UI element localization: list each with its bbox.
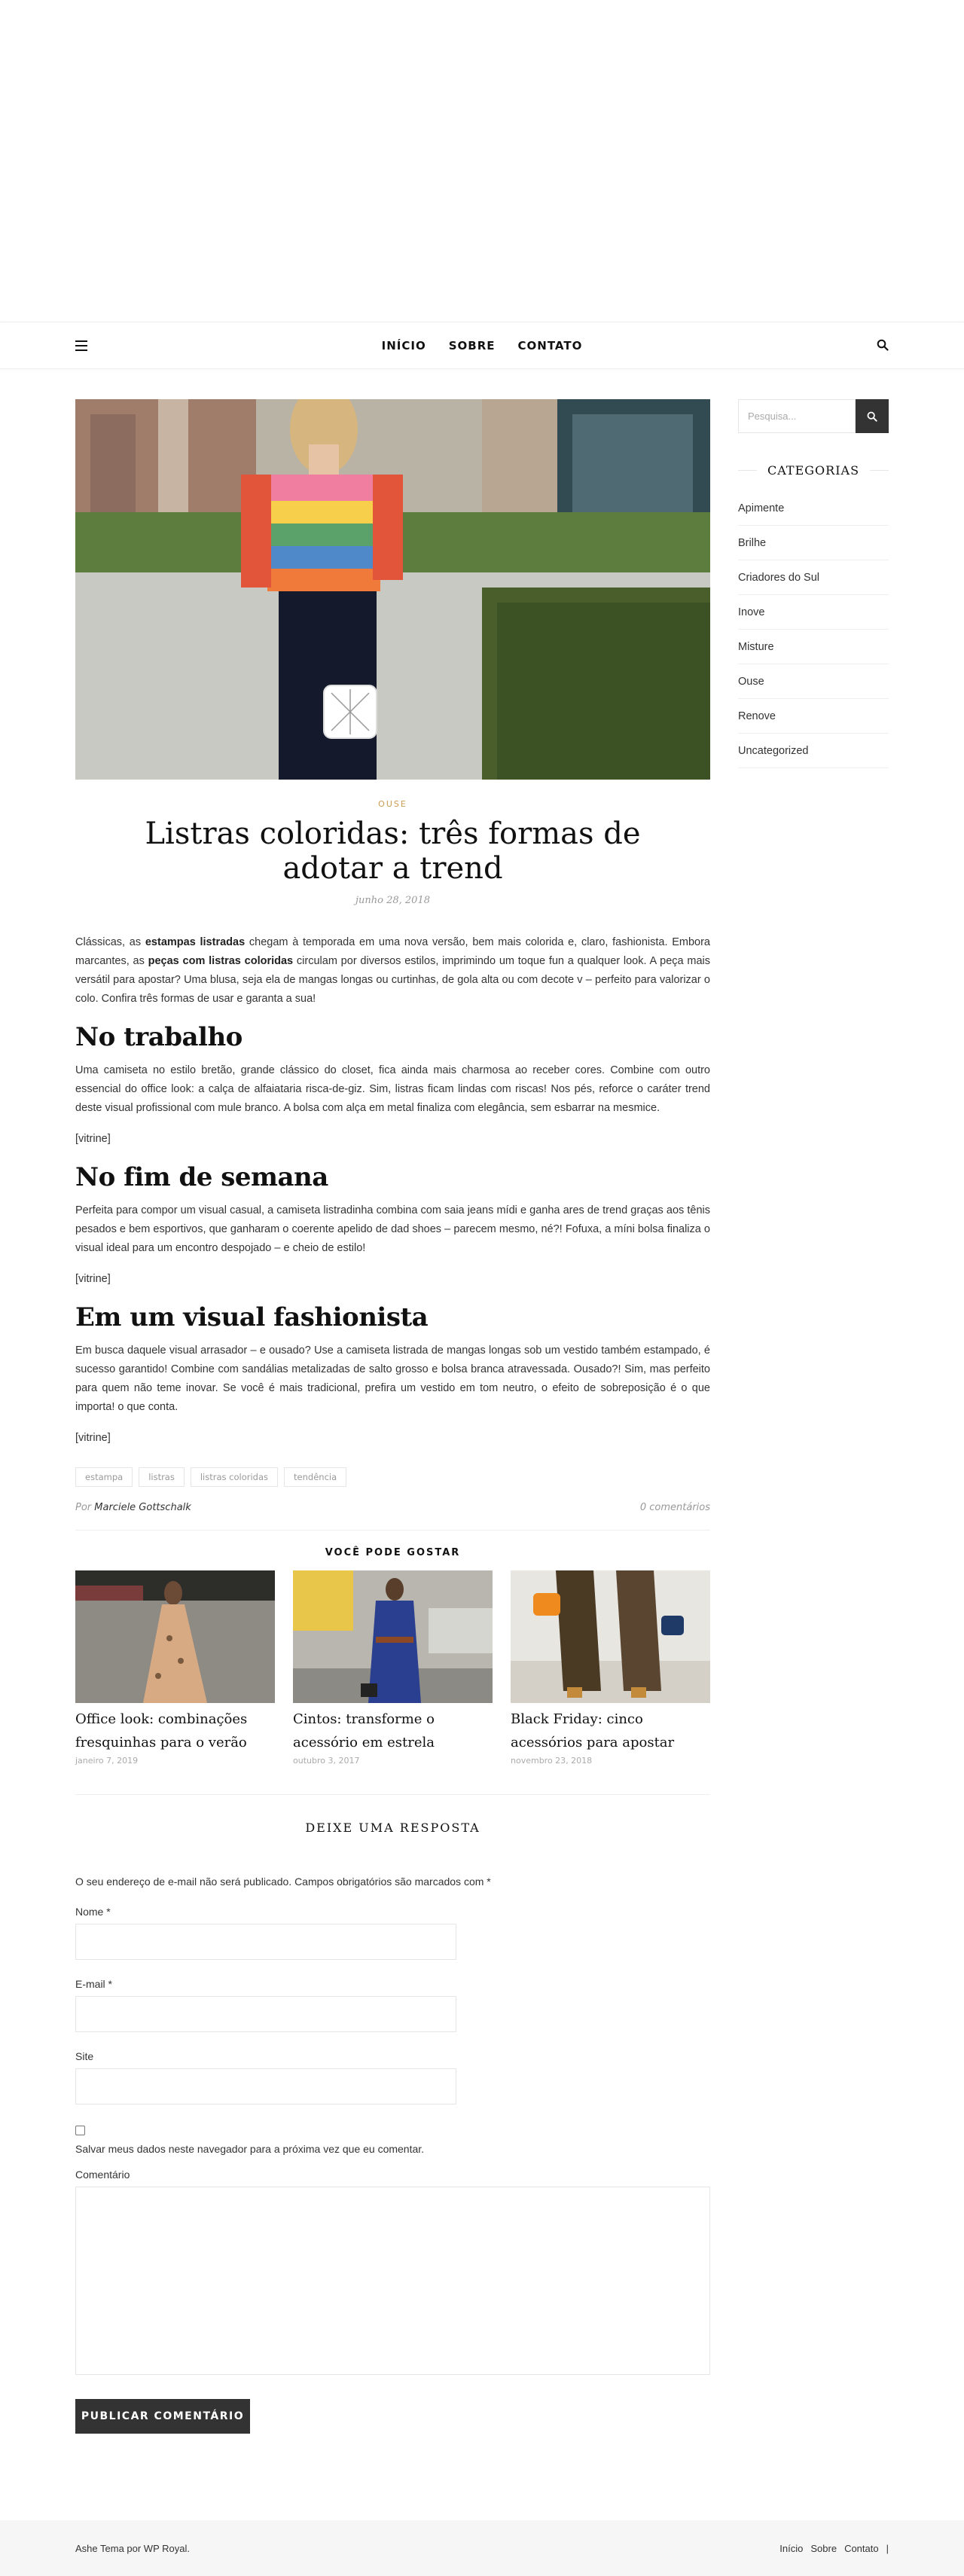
vitrine-placeholder: [vitrine]: [75, 1273, 111, 1285]
category-link[interactable]: Renove: [738, 699, 889, 734]
related-thumbnail[interactable]: [293, 1570, 493, 1703]
tag-link[interactable]: estampa: [75, 1467, 133, 1487]
categories-list: Apimente Brilhe Criadores do Sul Inove M…: [738, 491, 889, 768]
related-title: VOCÊ PODE GOSTAR: [325, 1547, 461, 1558]
post-date: junho 28, 2018: [355, 895, 430, 906]
heading-weekend: No fim de semana: [75, 1162, 328, 1192]
footer-link-sobre[interactable]: Sobre: [810, 2543, 837, 2554]
vitrine-placeholder: [vitrine]: [75, 1432, 111, 1444]
related-card[interactable]: Black Friday: cinco acessórios para apos…: [511, 1570, 710, 1766]
footer-separator: |: [886, 2543, 889, 2554]
category-link[interactable]: Ouse: [738, 664, 889, 699]
comment-textarea[interactable]: [75, 2187, 710, 2375]
tag-link[interactable]: listras coloridas: [190, 1467, 279, 1487]
related-card[interactable]: Office look: combinações fresquinhas par…: [75, 1570, 275, 1766]
sidebar-search: Pesquisa...: [738, 399, 889, 433]
author-byline: Por Marciele Gottschalk: [75, 1502, 191, 1513]
nav-item-sobre[interactable]: SOBRE: [449, 339, 496, 353]
sidebar-search-button[interactable]: [856, 399, 889, 433]
footer-menu: Início Sobre Contato |: [779, 2543, 889, 2554]
post-meta: Por Marciele Gottschalk 0 comentários: [75, 1502, 710, 1531]
comment-label: Comentário: [75, 2169, 130, 2181]
site-label: Site: [75, 2050, 94, 2062]
related-thumbnail[interactable]: [75, 1570, 275, 1703]
name-field[interactable]: [75, 1924, 456, 1960]
footer-credit[interactable]: Ashe Tema por WP Royal.: [75, 2543, 190, 2554]
email-label: E-mail *: [75, 1978, 113, 1990]
post-category[interactable]: OUSE: [75, 799, 710, 809]
tag-link[interactable]: tendência: [284, 1467, 347, 1487]
category-link[interactable]: Misture: [738, 630, 889, 664]
reply-note: O seu endereço de e-mail não será public…: [75, 1876, 491, 1888]
category-link[interactable]: Criadores do Sul: [738, 560, 889, 595]
save-data-checkbox[interactable]: [75, 2126, 85, 2135]
author-link[interactable]: Marciele Gottschalk: [94, 1502, 191, 1513]
category-link[interactable]: Uncategorized: [738, 734, 889, 768]
sidebar: Pesquisa... CATEGORIAS Apimente Brilhe C…: [738, 399, 889, 768]
paragraph-weekend: Perfeita para compor um visual casual, a…: [75, 1204, 710, 1254]
category-link[interactable]: Brilhe: [738, 526, 889, 560]
name-label: Nome *: [75, 1906, 111, 1918]
search-icon: [867, 411, 877, 422]
reply-title: DEIXE UMA RESPOSTA: [305, 1821, 480, 1835]
footer-link-contato[interactable]: Contato: [844, 2543, 879, 2554]
site-field[interactable]: [75, 2068, 456, 2104]
search-icon[interactable]: [877, 339, 889, 351]
email-field[interactable]: [75, 1996, 456, 2032]
heading-fashion: Em um visual fashionista: [75, 1302, 429, 1332]
related-card[interactable]: Cintos: transforme o acessório em estrel…: [293, 1570, 493, 1766]
post-content: Clássicas, as estampas listradas chegam …: [75, 933, 710, 1448]
footer: Ashe Tema por WP Royal. Início Sobre Con…: [0, 2520, 964, 2576]
nav-item-contato[interactable]: CONTATO: [518, 339, 583, 353]
paragraph-work: Uma camiseta no estilo bretão, grande cl…: [75, 1064, 710, 1114]
header-area: [0, 0, 964, 322]
footer-link-inicio[interactable]: Início: [779, 2543, 803, 2554]
related-date: outubro 3, 2017: [293, 1756, 360, 1766]
navbar: INÍCIO SOBRE CONTATO: [0, 322, 964, 369]
comments-count[interactable]: 0 comentários: [640, 1502, 710, 1513]
submit-comment-button[interactable]: PUBLICAR COMENTÁRIO: [75, 2399, 250, 2434]
related-title-link[interactable]: Cintos: transforme o acessório em estrel…: [293, 1708, 493, 1754]
post-article: OUSE Listras coloridas: três formas de a…: [75, 399, 710, 2434]
category-link[interactable]: Inove: [738, 595, 889, 630]
related-thumbnail[interactable]: [511, 1570, 710, 1703]
paragraph-fashion: Em busca daquele visual arrasador – e ou…: [75, 1344, 710, 1413]
post-tags: estampa listras listras coloridas tendên…: [75, 1467, 710, 1487]
save-data-label: Salvar meus dados neste navegador para a…: [75, 2143, 425, 2155]
tag-link[interactable]: listras: [139, 1467, 185, 1487]
sidebar-search-input[interactable]: Pesquisa...: [738, 399, 856, 433]
vitrine-placeholder: [vitrine]: [75, 1133, 111, 1145]
post-title: Listras coloridas: três formas de adotar…: [145, 816, 641, 886]
categories-widget-title: CATEGORIAS: [738, 463, 889, 478]
save-data-row: Salvar meus dados neste navegador para a…: [75, 2126, 710, 2155]
intro-paragraph: Clássicas, as estampas listradas chegam …: [75, 936, 711, 1005]
related-posts: Office look: combinações fresquinhas par…: [75, 1570, 710, 1766]
related-date: janeiro 7, 2019: [75, 1756, 139, 1766]
related-title-link[interactable]: Office look: combinações fresquinhas par…: [75, 1708, 275, 1754]
heading-work: No trabalho: [75, 1022, 243, 1052]
related-date: novembro 23, 2018: [511, 1756, 593, 1766]
main-menu: INÍCIO SOBRE CONTATO: [0, 322, 964, 369]
nav-item-inicio[interactable]: INÍCIO: [382, 339, 426, 353]
category-link[interactable]: Apimente: [738, 491, 889, 526]
featured-image-illustration: [75, 399, 710, 780]
page: INÍCIO SOBRE CONTATO OUSE Listras colori…: [0, 0, 964, 2576]
comment-form: DEIXE UMA RESPOSTA O seu endereço de e-m…: [75, 1794, 710, 2434]
featured-image: [75, 399, 710, 780]
related-title-link[interactable]: Black Friday: cinco acessórios para apos…: [511, 1708, 710, 1754]
